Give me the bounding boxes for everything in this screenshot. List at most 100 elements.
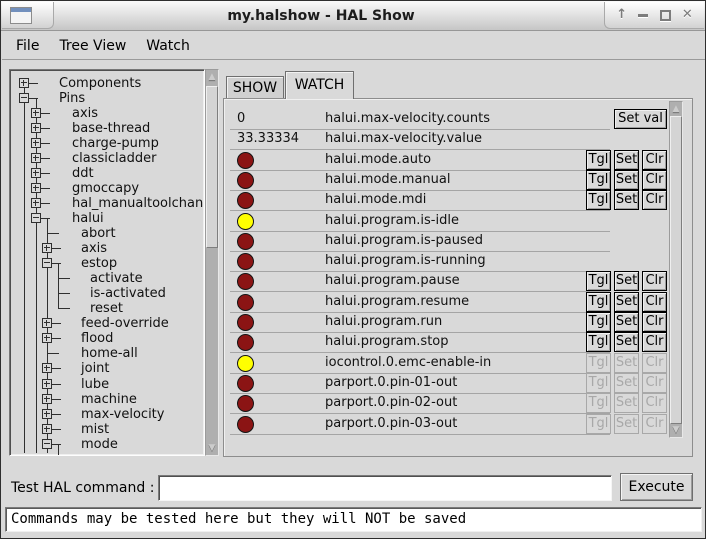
set-button[interactable]: Set [614,150,639,170]
watch-panel: 0halui.max-velocity.countsSet val33.3333… [223,98,693,457]
menu-item-tree-view[interactable]: Tree View [57,36,128,56]
tree-branch-line [41,158,50,159]
tree-item-home-all[interactable]: home-all [10,346,204,361]
tree-scrollbar-thumb[interactable] [206,86,218,248]
tree-item-reset[interactable]: reset [10,301,204,316]
close-icon[interactable]: ✕ [682,2,693,28]
expand-icon[interactable] [31,183,41,193]
expand-icon[interactable] [31,138,41,148]
maximize-icon[interactable] [660,10,671,21]
set-button[interactable]: Set [614,332,639,352]
collapse-icon[interactable] [42,258,52,268]
expand-icon[interactable] [42,333,52,343]
scroll-up-icon[interactable]: ▲ [206,70,218,84]
tree-item-joint[interactable]: joint [10,361,204,376]
clr-button[interactable]: Clr [642,332,667,352]
expand-icon[interactable] [31,198,41,208]
pin-tree[interactable]: ComponentsPinsaxisbase-threadcharge-pump… [9,69,205,456]
pin-value: 0 [237,109,245,129]
collapse-icon[interactable] [42,439,52,449]
tgl-button[interactable]: Tgl [586,312,611,332]
expand-icon[interactable] [42,363,52,373]
tree-item-halui[interactable]: halui [10,211,204,226]
tree-item-charge-pump[interactable]: charge-pump [10,136,204,151]
set-button[interactable]: Set [614,190,639,210]
tree-item-feed-override[interactable]: feed-override [10,316,204,331]
tab-watch[interactable]: WATCH [285,71,354,99]
expand-icon[interactable] [31,153,41,163]
tree-item-Pins[interactable]: Pins [10,91,204,106]
expand-icon[interactable] [42,379,52,389]
watch-row: halui.program.pauseTglSetClr [224,271,692,292]
tgl-button[interactable]: Tgl [586,150,611,170]
expand-icon[interactable] [42,318,52,328]
tree-branch-line [41,203,50,204]
menu-item-watch[interactable]: Watch [144,36,192,56]
tree-item-activate[interactable]: activate [10,271,204,286]
set-button: Set [614,353,639,373]
tree-item-gmoccapy[interactable]: gmoccapy [10,181,204,196]
scroll-down-icon[interactable]: ▼ [206,441,218,455]
clr-button[interactable]: Clr [642,170,667,190]
expand-icon[interactable] [31,168,41,178]
expand-icon[interactable] [42,424,52,434]
watch-scrollbar-thumb[interactable] [670,116,682,424]
tgl-button[interactable]: Tgl [586,271,611,291]
tgl-button[interactable]: Tgl [586,190,611,210]
scroll-down-icon[interactable]: ▼ [670,423,682,437]
menu-item-file[interactable]: File [14,36,41,56]
tree-item-Components[interactable]: Components [10,76,204,91]
tgl-button[interactable]: Tgl [586,332,611,352]
tree-item-mode[interactable]: mode [10,437,204,452]
tree-item-machine[interactable]: machine [10,392,204,407]
tree-item-estop[interactable]: estop [10,256,204,271]
hal-command-input[interactable] [158,475,612,501]
set-button[interactable]: Set [614,170,639,190]
clr-button[interactable]: Clr [642,271,667,291]
collapse-icon[interactable] [31,213,41,223]
tgl-button[interactable]: Tgl [586,170,611,190]
tree-item-mist[interactable]: mist [10,422,204,437]
pin-name: halui.program.run [325,312,442,332]
clr-button[interactable]: Clr [642,150,667,170]
tree-branch-line [41,128,50,129]
set-button[interactable]: Set [614,271,639,291]
set-val-button[interactable]: Set val [614,109,667,129]
expand-icon[interactable] [31,123,41,133]
tree-branch-line [52,323,61,324]
tree-item-classicladder[interactable]: classicladder [10,151,204,166]
tree-item-lube[interactable]: lube [10,377,204,392]
expand-icon[interactable] [42,409,52,419]
expand-icon[interactable] [19,78,29,88]
tree-item-label: ddt [72,166,94,181]
tree-item-axis[interactable]: axis [10,241,204,256]
tab-show[interactable]: SHOW [226,76,284,98]
titlebar[interactable]: my.halshow - HAL Show ↑ ✕ [1,1,705,31]
tree-item-max-velocity[interactable]: max-velocity [10,407,204,422]
tgl-button: Tgl [586,373,611,393]
tree-item-base-thread[interactable]: base-thread [10,121,204,136]
set-button[interactable]: Set [614,292,639,312]
execute-button[interactable]: Execute [620,473,693,501]
clr-button[interactable]: Clr [642,292,667,312]
tree-item-axis[interactable]: axis [10,106,204,121]
collapse-icon[interactable] [19,93,29,103]
tree-item-hal_manualtoolchan[interactable]: hal_manualtoolchan [10,196,204,211]
minimize-icon[interactable] [638,14,648,17]
clr-button[interactable]: Clr [642,312,667,332]
clr-button[interactable]: Clr [642,190,667,210]
tree-item-is-activated[interactable]: is-activated [10,286,204,301]
tree-item-flood[interactable]: flood [10,331,204,346]
set-button[interactable]: Set [614,312,639,332]
tgl-button[interactable]: Tgl [586,292,611,312]
status-bar: Commands may be tested here but they wil… [5,507,702,532]
tree-item-ddt[interactable]: ddt [10,166,204,181]
tree-item-label: feed-override [81,316,169,331]
shade-up-icon[interactable]: ↑ [616,2,627,28]
expand-icon[interactable] [42,243,52,253]
expand-icon[interactable] [31,108,41,118]
tree-item-abort[interactable]: abort [10,226,204,241]
expand-icon[interactable] [42,394,52,404]
tree-branch-line [52,444,61,445]
scroll-up-icon[interactable]: ▲ [670,102,682,116]
